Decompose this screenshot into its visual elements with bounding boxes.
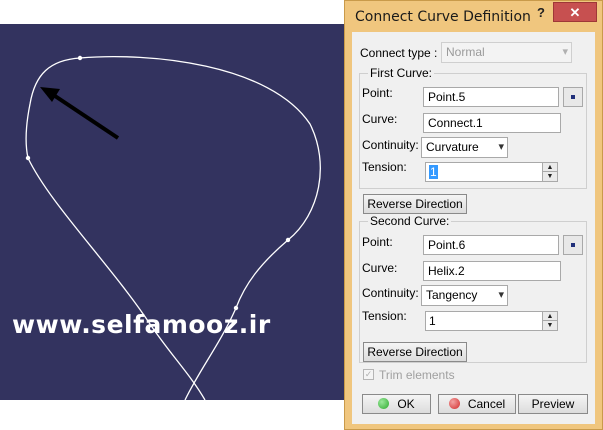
first-continuity-label: Continuity:	[362, 138, 419, 152]
ok-icon	[378, 398, 390, 409]
check-icon: ✓	[364, 369, 373, 379]
dialog-title: Connect Curve Definition	[355, 9, 531, 25]
second-reverse-direction-button[interactable]: Reverse Direction	[363, 342, 467, 362]
first-curve-field[interactable]: Connect.1	[423, 113, 561, 133]
trim-elements-label: Trim elements	[379, 368, 455, 382]
point-select-icon	[571, 243, 575, 247]
second-continuity-value: Tangency	[426, 288, 478, 302]
cancel-icon	[448, 398, 460, 409]
title-bar[interactable]: Connect Curve Definition ? ✕	[345, 1, 602, 31]
help-button[interactable]: ?	[534, 5, 548, 21]
direction-arrow-shaft	[50, 92, 120, 140]
curve-point[interactable]	[77, 55, 83, 61]
second-tension-label: Tension:	[362, 309, 407, 323]
first-reverse-direction-button[interactable]: Reverse Direction	[363, 194, 467, 214]
chevron-down-icon: ▾	[498, 141, 504, 153]
watermark-text: www.selfamooz.ir	[12, 310, 271, 339]
first-curve-label: Curve:	[362, 112, 398, 126]
connect-curve-dialog: Connect Curve Definition ? ✕ Connect typ…	[344, 0, 603, 430]
point-select-icon	[571, 95, 575, 99]
first-continuity-value: Curvature	[426, 140, 479, 154]
chevron-down-icon: ▾	[562, 46, 568, 58]
connect-curve	[25, 57, 206, 400]
ok-label: OK	[397, 397, 415, 411]
first-tension-label: Tension:	[362, 160, 407, 174]
first-point-field[interactable]: Point.5	[423, 87, 559, 107]
connect-type-value: Normal	[446, 45, 485, 59]
connect-type-label: Connect type :	[360, 46, 438, 60]
second-continuity-label: Continuity:	[362, 286, 419, 300]
cancel-button[interactable]: Cancel	[438, 394, 516, 414]
first-point-label: Point:	[362, 86, 393, 100]
first-curve-value: Connect.1	[428, 116, 483, 130]
second-continuity-select[interactable]: Tangency ▾	[421, 285, 508, 306]
second-tension-value: 1	[429, 314, 436, 328]
second-curve-field[interactable]: Helix.2	[423, 261, 561, 281]
chevron-down-icon: ▾	[498, 289, 504, 301]
spin-down-icon[interactable]: ▼	[542, 321, 557, 330]
second-point-select-button[interactable]	[563, 235, 583, 255]
first-tension-spinner[interactable]: 1 ▲ ▼	[425, 162, 558, 182]
second-curve-value: Helix.2	[428, 264, 465, 278]
first-tension-value: 1	[429, 165, 438, 179]
connect-type-select[interactable]: Normal ▾	[441, 42, 572, 63]
direction-arrow-head[interactable]	[40, 87, 60, 102]
spin-up-icon[interactable]: ▲	[542, 312, 557, 321]
second-curve-label: Curve:	[362, 261, 398, 275]
close-button[interactable]: ✕	[553, 2, 597, 22]
ok-button[interactable]: OK	[362, 394, 431, 414]
second-point-label: Point:	[362, 235, 393, 249]
preview-button[interactable]: Preview	[518, 394, 588, 414]
first-point-select-button[interactable]	[563, 87, 583, 107]
dialog-client-area: Connect type : Normal ▾ First Curve: Poi…	[352, 32, 595, 424]
second-point-field[interactable]: Point.6	[423, 235, 559, 255]
first-curve-group-label: First Curve:	[368, 66, 435, 80]
helix-curve	[79, 56, 321, 400]
second-tension-spinner[interactable]: 1 ▲ ▼	[425, 311, 558, 331]
spin-up-icon[interactable]: ▲	[542, 163, 557, 172]
curve-point[interactable]	[25, 155, 31, 161]
3d-viewport[interactable]: www.selfamooz.ir	[0, 24, 344, 400]
curve-canvas	[25, 55, 321, 400]
second-curve-group-label: Second Curve:	[368, 214, 452, 228]
spin-down-icon[interactable]: ▼	[542, 172, 557, 181]
first-point-value: Point.5	[428, 90, 466, 104]
trim-elements-checkbox[interactable]: ✓	[363, 369, 374, 380]
curve-point[interactable]	[285, 237, 291, 243]
cancel-label: Cancel	[467, 397, 506, 411]
second-point-value: Point.6	[428, 238, 466, 252]
first-continuity-select[interactable]: Curvature ▾	[421, 137, 508, 158]
